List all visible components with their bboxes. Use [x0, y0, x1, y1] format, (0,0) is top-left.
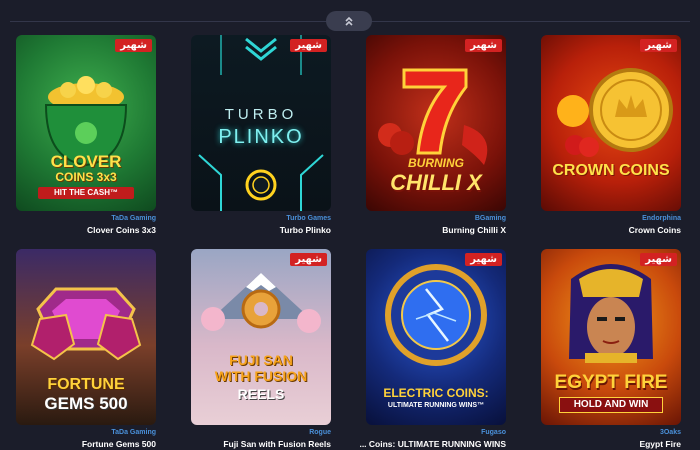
gold-coin-icon — [557, 68, 673, 157]
thumb-title-line: CROWN COINS — [552, 162, 670, 179]
thumb-title-line: ULTIMATE RUNNING WINS™ — [387, 402, 485, 409]
game-provider: 3Oaks — [659, 429, 681, 436]
game-name: ... Coins: ULTIMATE RUNNING WINS — [359, 439, 506, 449]
thumb-title-line: BURNING — [408, 156, 464, 170]
popular-badge: شهير — [465, 39, 502, 52]
game-name: Crown Coins — [628, 225, 681, 235]
game-provider: Turbo Games — [286, 215, 331, 222]
game-card[interactable]: ELECTRIC COINS: ULTIMATE RUNNING WINS™ ش… — [359, 249, 526, 449]
game-provider: Endorphina — [642, 215, 681, 222]
popular-badge: شهير — [465, 253, 502, 266]
game-provider: Rogue — [309, 429, 331, 436]
game-card[interactable]: BURNING CHILLI X شهير BGaming Burning Ch… — [366, 35, 526, 235]
game-card[interactable]: EGYPT FIRE HOLD AND WIN شهير 3Oaks Egypt… — [541, 249, 700, 449]
thumb-title-line: EGYPT FIRE — [554, 372, 668, 393]
game-name: Burning Chilli X — [442, 225, 506, 235]
game-thumbnail[interactable]: FORTUNE GEMS 500 — [16, 249, 156, 425]
thumb-title-line: REELS — [237, 386, 285, 402]
game-card[interactable]: CLOVER COINS 3x3 HIT THE CASH™ شهير TaDa… — [16, 35, 176, 235]
games-grid: CLOVER COINS 3x3 HIT THE CASH™ شهير TaDa… — [0, 0, 700, 450]
game-name: Turbo Plinko — [279, 225, 331, 235]
thumb-title-line: CHILLI X — [390, 170, 482, 195]
thumb-title-line: FORTUNE — [47, 376, 125, 393]
thumb-title-line: TURBO — [224, 106, 298, 123]
thumb-title-line: FUJI SAN — [229, 352, 293, 368]
game-card[interactable]: CROWN COINS شهير Endorphina Crown Coins — [541, 35, 700, 235]
game-card[interactable]: FUJI SAN WITH FUSION REELS شهير Rogue Fu… — [191, 249, 351, 449]
game-thumbnail[interactable]: EGYPT FIRE HOLD AND WIN شهير — [541, 249, 681, 425]
game-thumbnail[interactable]: BURNING CHILLI X شهير — [366, 35, 506, 211]
pot-of-gold-icon — [44, 76, 128, 167]
thumb-title-line: PLINKO — [218, 126, 304, 148]
thumb-title-line: CLOVER — [50, 152, 122, 171]
thumb-title-line: GEMS 500 — [44, 394, 128, 413]
thumb-subtitle: HIT THE CASH™ — [38, 187, 134, 199]
game-name: Fortune Gems 500 — [81, 439, 156, 449]
game-name: Egypt Fire — [639, 439, 681, 449]
game-card[interactable]: FORTUNE GEMS 500 TaDa Gaming Fortune Gem… — [16, 249, 176, 449]
game-thumbnail[interactable]: TURBO PLINKO شهير — [191, 35, 331, 211]
popular-badge: شهير — [290, 39, 327, 52]
plinko-board-icon — [198, 35, 324, 211]
thumb-title-line: WITH FUSION — [214, 368, 308, 384]
popular-badge: شهير — [640, 253, 677, 266]
game-provider: TaDa Gaming — [111, 429, 156, 436]
game-thumbnail[interactable]: ELECTRIC COINS: ULTIMATE RUNNING WINS™ ش… — [366, 249, 506, 425]
popular-badge: شهير — [290, 253, 327, 266]
game-thumbnail[interactable]: CLOVER COINS 3x3 HIT THE CASH™ شهير — [16, 35, 156, 211]
thumb-title-line: COINS 3x3 — [55, 170, 117, 184]
game-provider: Fugaso — [481, 429, 506, 436]
game-name: Clover Coins 3x3 — [87, 225, 156, 235]
thumb-title-line: ELECTRIC COINS: — [383, 386, 489, 400]
game-provider: BGaming — [474, 215, 506, 222]
game-thumbnail[interactable]: FUJI SAN WITH FUSION REELS شهير — [191, 249, 331, 425]
thumb-subtitle: HOLD AND WIN — [559, 397, 663, 413]
game-provider: TaDa Gaming — [111, 215, 156, 222]
popular-badge: شهير — [640, 39, 677, 52]
popular-badge: شهير — [115, 39, 152, 52]
game-card[interactable]: TURBO PLINKO شهير Turbo Games Turbo Plin… — [191, 35, 351, 235]
game-name: Fuji San with Fusion Reels — [223, 439, 331, 449]
games-page: CLOVER COINS 3x3 HIT THE CASH™ شهير TaDa… — [0, 0, 700, 450]
game-thumbnail[interactable]: CROWN COINS شهير — [541, 35, 681, 211]
